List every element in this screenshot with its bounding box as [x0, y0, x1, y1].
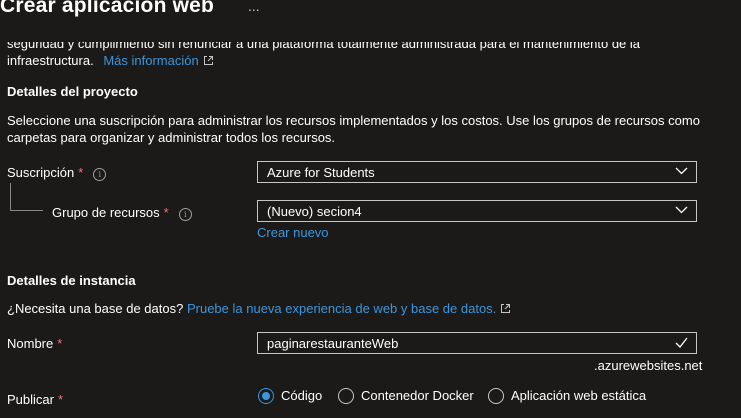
- database-prompt: ¿Necesita una base de datos? Pruebe la n…: [7, 301, 511, 316]
- subscription-dropdown[interactable]: Azure for Students: [257, 161, 697, 183]
- name-input-value: paginarestauranteWeb: [267, 336, 399, 351]
- radio-selected-icon[interactable]: [258, 387, 274, 404]
- more-options-button[interactable]: ...: [248, 0, 260, 14]
- publish-label-text: Publicar: [7, 392, 54, 407]
- publish-label: Publicar *: [7, 392, 63, 407]
- publish-option-label: Código: [281, 388, 323, 404]
- radio-icon[interactable]: [488, 387, 504, 404]
- radio-icon[interactable]: [338, 387, 354, 404]
- resource-group-dropdown[interactable]: (Nuevo) secion4: [257, 200, 697, 222]
- publish-option-docker[interactable]: Contenedor Docker: [338, 387, 474, 404]
- chevron-down-icon: [675, 206, 688, 214]
- required-marker: *: [163, 205, 169, 220]
- instance-details-heading: Detalles de instancia: [7, 273, 136, 288]
- subscription-label: Suscripción * i: [7, 165, 107, 181]
- publish-option-code[interactable]: Código: [258, 387, 322, 404]
- chevron-down-icon: [675, 167, 688, 175]
- publish-option-static[interactable]: Aplicación web estática: [488, 387, 646, 404]
- more-info-link-label: Más información: [103, 53, 199, 68]
- project-description-line1: Seleccione una suscripción para administ…: [7, 113, 700, 128]
- more-info-link[interactable]: Más información: [103, 53, 213, 68]
- name-input[interactable]: paginarestauranteWeb: [257, 332, 697, 354]
- required-marker: *: [57, 336, 63, 351]
- required-marker: *: [57, 392, 64, 407]
- subscription-label-text: Suscripción: [7, 165, 75, 180]
- external-link-icon: [203, 56, 213, 65]
- page-title: Crear aplicación web: [0, 0, 215, 17]
- tree-connector: [10, 183, 11, 210]
- database-question: ¿Necesita una base de datos?: [7, 301, 184, 316]
- info-icon[interactable]: i: [93, 168, 107, 181]
- subscription-value: Azure for Students: [267, 165, 375, 180]
- create-new-link[interactable]: Crear nuevo: [257, 225, 329, 240]
- name-domain-suffix: .azurewebsites.net: [594, 358, 703, 373]
- project-details-heading: Detalles del proyecto: [7, 84, 138, 99]
- external-link-icon: [501, 304, 511, 313]
- intro-text-partial: seguridad y cumplimiento sin renunciar a…: [7, 36, 641, 51]
- publish-option-label: Aplicación web estática: [511, 388, 647, 404]
- info-icon[interactable]: i: [178, 208, 192, 221]
- resource-group-label-text: Grupo de recursos: [52, 205, 160, 220]
- required-marker: *: [78, 165, 84, 180]
- name-label-text: Nombre: [7, 336, 54, 351]
- resource-group-value: (Nuevo) secion4: [267, 204, 362, 219]
- project-description-line2: carpetas para organizar y administrar to…: [7, 130, 336, 145]
- checkmark-icon: [675, 337, 688, 348]
- database-experience-link[interactable]: Pruebe la nueva experiencia de web y bas…: [187, 301, 511, 316]
- publish-option-label: Contenedor Docker: [361, 388, 474, 404]
- intro-text-line: infraestructura.: [7, 53, 94, 68]
- tree-connector: [10, 210, 43, 211]
- name-label: Nombre *: [7, 336, 62, 351]
- resource-group-label: Grupo de recursos * i: [52, 205, 192, 221]
- intro-text: infraestructura. Más información: [7, 53, 214, 68]
- database-experience-link-label: Pruebe la nueva experiencia de web y bas…: [186, 301, 497, 316]
